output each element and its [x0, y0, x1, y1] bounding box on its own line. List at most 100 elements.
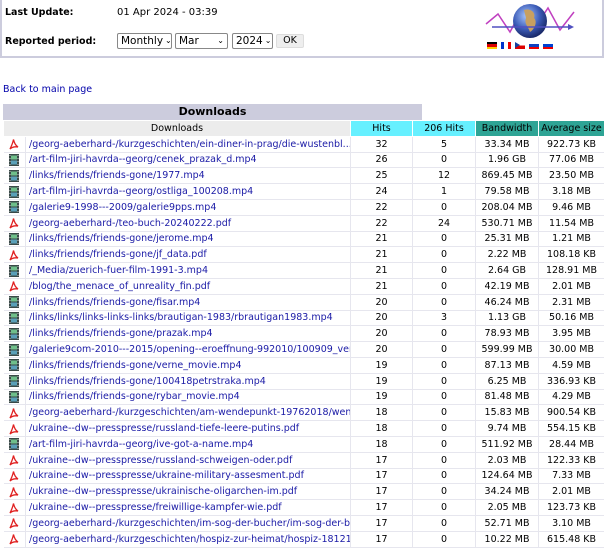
table-row: /ukraine--dw--presspresse/russland-schwe… — [4, 452, 604, 468]
file-link[interactable]: /art-film-jiri-havrda--georg/cenek_praza… — [29, 154, 257, 165]
file-link[interactable]: /georg-aeberhard-/teo-buch-20240222.pdf — [29, 218, 231, 229]
pdf-icon — [8, 249, 20, 261]
file-link[interactable]: /_Media/zuerich-fuer-film-1991-3.mp4 — [29, 265, 208, 276]
bandwidth-cell: 9.74 MB — [476, 421, 539, 437]
bandwidth-cell: 2.05 MB — [476, 500, 539, 516]
average-size-cell: 336.93 KB — [539, 373, 604, 389]
video-icon — [9, 170, 19, 182]
file-type-icon-cell — [4, 373, 26, 389]
206-hits-cell: 0 — [413, 199, 476, 215]
file-name-cell: /art-film-jiri-havrda--georg/ive-got-a-n… — [26, 436, 351, 452]
file-link[interactable]: /ukraine--dw--presspresse/russland-tiefe… — [29, 423, 299, 434]
bandwidth-cell: 599.99 MB — [476, 342, 539, 358]
table-row: /georg-aeberhard-/kurzgeschichten/hospiz… — [4, 531, 604, 547]
downloads-section-title: Downloads — [3, 104, 422, 120]
table-row: /links/friends/friends-gone/100418petrst… — [4, 373, 604, 389]
file-name-cell: /georg-aeberhard-/kurzgeschichten/hospiz… — [26, 531, 351, 547]
file-type-icon-cell — [4, 468, 26, 484]
pdf-icon — [8, 407, 20, 419]
file-name-cell: /art-film-jiri-havrda--georg/cenek_praza… — [26, 152, 351, 168]
bandwidth-cell: 530.71 MB — [476, 215, 539, 231]
ok-button[interactable]: OK — [276, 34, 304, 48]
average-size-cell: 2.01 MB — [539, 278, 604, 294]
file-link[interactable]: /links/friends/friends-gone/prazak.mp4 — [29, 328, 213, 339]
table-row: /galerie9com-2010---2015/opening--eroeff… — [4, 342, 604, 358]
pdf-icon — [8, 517, 20, 529]
file-type-icon-cell — [4, 294, 26, 310]
table-row: /blog/the_menace_of_unreality_fin.pdf210… — [4, 278, 604, 294]
table-row: /links/friends/friends-gone/jf_data.pdf2… — [4, 247, 604, 263]
table-row: /galerie9-1998---2009/galerie9pps.mp4 220… — [4, 199, 604, 215]
video-icon — [9, 312, 19, 324]
206-hits-cell: 0 — [413, 500, 476, 516]
average-size-cell: 554.15 KB — [539, 421, 604, 437]
file-type-icon-cell — [4, 357, 26, 373]
average-size-cell: 7.33 MB — [539, 468, 604, 484]
flag-fr-icon[interactable] — [501, 42, 511, 49]
column-header-206-hits: 206 Hits — [413, 121, 476, 137]
hits-cell: 21 — [351, 231, 413, 247]
bandwidth-cell: 2.03 MB — [476, 452, 539, 468]
206-hits-cell: 0 — [413, 231, 476, 247]
206-hits-cell: 0 — [413, 357, 476, 373]
file-name-cell: /links/links/links-links-links/brautigan… — [26, 310, 351, 326]
file-link[interactable]: /links/friends/friends-gone/verne_movie.… — [29, 360, 242, 371]
file-link[interactable]: /ukraine--dw--presspresse/ukraine-milita… — [29, 470, 304, 481]
average-size-cell: 9.46 MB — [539, 199, 604, 215]
table-row: /art-film-jiri-havrda--georg/ostliga_100… — [4, 184, 604, 200]
year-select[interactable]: 2024 ⌄ — [232, 33, 273, 49]
bandwidth-cell: 52.71 MB — [476, 515, 539, 531]
file-link[interactable]: /ukraine--dw--presspresse/russland-schwe… — [29, 455, 292, 466]
bandwidth-cell: 511.92 MB — [476, 436, 539, 452]
flag-ru-icon[interactable] — [543, 42, 553, 49]
flag-de-icon[interactable] — [487, 42, 497, 49]
period-type-select[interactable]: Monthly ⌄ — [117, 33, 172, 49]
average-size-cell: 122.33 KB — [539, 452, 604, 468]
flag-cz-icon[interactable] — [515, 42, 525, 49]
file-link[interactable]: /art-film-jiri-havrda--georg/ostliga_100… — [29, 186, 253, 197]
flag-sk-icon[interactable] — [529, 42, 539, 49]
file-link[interactable]: /ukraine--dw--presspresse/freiwillige-ka… — [29, 502, 282, 513]
video-icon — [9, 233, 19, 245]
average-size-cell: 128.91 MB — [539, 263, 604, 279]
average-size-cell: 2.01 MB — [539, 484, 604, 500]
table-row: /georg-aeberhard-/kurzgeschichten/am-wen… — [4, 405, 604, 421]
average-size-cell: 28.44 MB — [539, 436, 604, 452]
file-link[interactable]: /links/friends/friends-gone/1977.mp4 — [29, 170, 205, 181]
file-link[interactable]: /galerie9com-2010---2015/opening--eroeff… — [29, 344, 351, 355]
hits-cell: 20 — [351, 310, 413, 326]
file-type-icon-cell — [4, 278, 26, 294]
file-link[interactable]: /georg-aeberhard-/kurzgeschichten/ein-di… — [29, 139, 351, 150]
hits-cell: 24 — [351, 184, 413, 200]
file-link[interactable]: /art-film-jiri-havrda--georg/ive-got-a-n… — [29, 439, 253, 450]
table-row: /links/friends/friends-gone/fisar.mp4200… — [4, 294, 604, 310]
back-to-main-link[interactable]: Back to main page — [3, 84, 92, 95]
206-hits-cell: 12 — [413, 168, 476, 184]
last-update-value: 01 Apr 2024 - 03:39 — [117, 7, 218, 18]
last-update-label: Last Update: — [5, 7, 73, 18]
table-row: /georg-aeberhard-/kurzgeschichten/im-sog… — [4, 515, 604, 531]
file-name-cell: /links/friends/friends-gone/100418petrst… — [26, 373, 351, 389]
bandwidth-cell: 1.96 GB — [476, 152, 539, 168]
file-type-icon-cell — [4, 515, 26, 531]
file-name-cell: /georg-aeberhard-/kurzgeschichten/ein-di… — [26, 136, 351, 152]
month-select[interactable]: Mar ⌄ — [175, 33, 228, 49]
hits-cell: 17 — [351, 515, 413, 531]
average-size-cell: 1.21 MB — [539, 231, 604, 247]
file-link[interactable]: /links/friends/friends-gone/100418petrst… — [29, 376, 266, 387]
file-link[interactable]: /georg-aeberhard-/kurzgeschichten/am-wen… — [29, 407, 351, 418]
file-link[interactable]: /links/friends/friends-gone/fisar.mp4 — [29, 297, 200, 308]
file-link[interactable]: /georg-aeberhard-/kurzgeschichten/im-sog… — [29, 518, 351, 529]
file-link[interactable]: /galerie9-1998---2009/galerie9pps.mp4 — [29, 202, 216, 213]
file-link[interactable]: /links/links/links-links-links/brautigan… — [29, 312, 333, 323]
hits-cell: 22 — [351, 199, 413, 215]
file-link[interactable]: /ukraine--dw--presspresse/ukrainische-ol… — [29, 486, 297, 497]
file-link[interactable]: /links/friends/friends-gone/jf_data.pdf — [29, 249, 207, 260]
table-row: /links/friends/friends-gone/prazak.mp420… — [4, 326, 604, 342]
file-link[interactable]: /blog/the_menace_of_unreality_fin.pdf — [29, 281, 210, 292]
bandwidth-cell: 42.19 MB — [476, 278, 539, 294]
average-size-cell: 123.73 KB — [539, 500, 604, 516]
file-link[interactable]: /links/friends/friends-gone/jerome.mp4 — [29, 233, 214, 244]
file-name-cell: /ukraine--dw--presspresse/ukraine-milita… — [26, 468, 351, 484]
file-link[interactable]: /links/friends/friends-gone/rybar_movie.… — [29, 391, 240, 402]
